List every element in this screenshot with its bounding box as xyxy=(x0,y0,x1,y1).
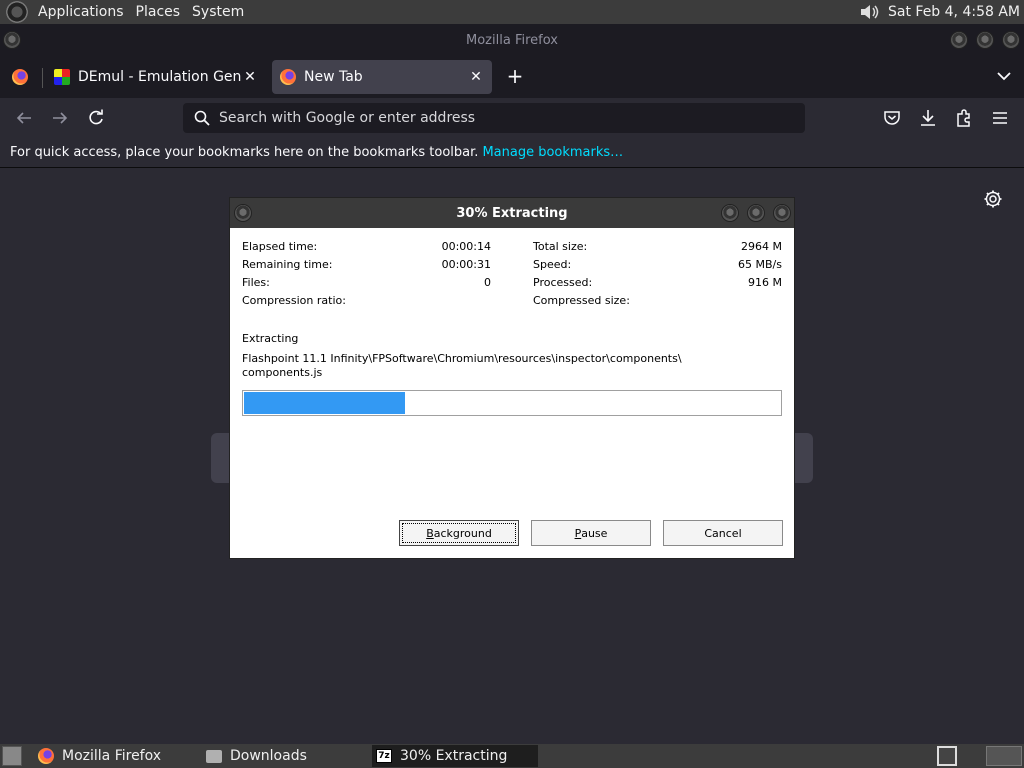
close-tab-icon[interactable]: ✕ xyxy=(242,69,258,85)
stat-total-size: Total size: 2964 M xyxy=(533,240,782,256)
pause-button[interactable]: Pause xyxy=(531,520,651,546)
stat-label: Elapsed time: xyxy=(242,240,318,253)
stat-value: 916 M xyxy=(748,276,782,289)
menu-applications[interactable]: Applications xyxy=(32,4,130,20)
dialog-titlebar[interactable]: 30% Extracting xyxy=(230,198,794,228)
volume-icon[interactable] xyxy=(858,1,880,23)
taskbar-item-firefox[interactable]: Mozilla Firefox xyxy=(38,745,198,767)
tab-demul[interactable]: DEmul - Emulation General ✕ xyxy=(46,60,266,94)
stat-label: Total size: xyxy=(533,240,588,253)
taskbar-label: Downloads xyxy=(230,748,307,764)
stat-processed: Processed: 916 M xyxy=(533,276,782,292)
search-box-edge xyxy=(793,433,813,483)
taskbar-item-extracting[interactable]: 7z 30% Extracting xyxy=(372,745,538,767)
7zip-icon: 7z xyxy=(376,749,392,763)
notification-icon[interactable] xyxy=(937,746,957,766)
close-tab-icon[interactable]: ✕ xyxy=(468,69,484,85)
extract-progress-dialog: 30% Extracting Elapsed time: 00:00:14 Re… xyxy=(229,197,795,559)
stat-value: 2964 M xyxy=(741,240,782,253)
current-file-path: Flashpoint 11.1 Infinity\FPSoftware\Chro… xyxy=(242,352,682,379)
search-icon xyxy=(194,110,210,126)
tab-label: DEmul - Emulation General xyxy=(78,69,242,85)
stat-label: Processed: xyxy=(533,276,593,289)
stat-label: Compressed size: xyxy=(533,294,630,307)
downloads-icon[interactable] xyxy=(918,108,938,128)
bottom-panel: Mozilla Firefox Downloads 7z 30% Extract… xyxy=(0,744,1024,768)
manage-bookmarks-link[interactable]: Manage bookmarks… xyxy=(482,145,623,160)
show-desktop-icon[interactable] xyxy=(2,746,22,766)
workspace-switcher[interactable] xyxy=(986,746,1022,766)
background-button[interactable]: Background xyxy=(399,520,519,546)
stat-value: 00:00:31 xyxy=(441,258,491,271)
tab-new-tab[interactable]: New Tab ✕ xyxy=(272,60,492,94)
hamburger-menu-icon[interactable] xyxy=(990,108,1010,128)
window-menu-icon[interactable] xyxy=(3,31,21,49)
accel-key: B xyxy=(426,526,434,540)
progress-bar xyxy=(242,390,782,416)
demul-icon xyxy=(54,69,70,85)
chevron-down-icon[interactable] xyxy=(994,66,1014,86)
firefox-window-title: Mozilla Firefox xyxy=(466,32,558,48)
tab-label: New Tab xyxy=(304,69,363,85)
address-bar[interactable] xyxy=(183,103,805,133)
folder-icon xyxy=(206,749,222,763)
dialog-body: Elapsed time: 00:00:14 Remaining time: 0… xyxy=(230,228,794,558)
button-label: ause xyxy=(581,526,608,540)
stat-label: Speed: xyxy=(533,258,572,271)
stat-remaining-time: Remaining time: 00:00:31 xyxy=(242,258,491,274)
close-window-icon[interactable] xyxy=(1002,31,1020,49)
stat-value: 00:00:14 xyxy=(441,240,491,253)
progress-bar-fill xyxy=(244,392,405,414)
firefox-view-button[interactable] xyxy=(4,60,36,94)
close-window-icon[interactable] xyxy=(773,204,791,222)
operation-status: Extracting xyxy=(242,332,299,345)
stat-label: Compression ratio: xyxy=(242,294,346,307)
tab-separator xyxy=(42,68,43,88)
forward-arrow-icon[interactable] xyxy=(50,108,70,128)
search-box-edge xyxy=(211,433,231,483)
pocket-icon[interactable] xyxy=(882,108,902,128)
stat-elapsed-time: Elapsed time: 00:00:14 xyxy=(242,240,491,256)
stat-label: Remaining time: xyxy=(242,258,333,271)
search-input[interactable] xyxy=(219,110,779,126)
firefox-icon xyxy=(280,69,296,85)
maximize-icon[interactable] xyxy=(976,31,994,49)
menu-system[interactable]: System xyxy=(186,4,250,20)
extensions-icon[interactable] xyxy=(954,108,974,128)
firefox-titlebar: Mozilla Firefox xyxy=(0,24,1024,56)
dialog-title: 30% Extracting xyxy=(456,205,568,221)
accel-key: P xyxy=(574,526,582,540)
back-arrow-icon[interactable] xyxy=(14,108,34,128)
firefox-icon xyxy=(12,69,28,85)
taskbar-item-downloads[interactable]: Downloads xyxy=(206,745,366,767)
button-label: ackground xyxy=(433,526,492,540)
stat-label: Files: xyxy=(242,276,270,289)
maximize-icon[interactable] xyxy=(747,204,765,222)
minimize-icon[interactable] xyxy=(721,204,739,222)
gnome-foot-icon[interactable] xyxy=(6,1,28,23)
stat-compressed-size: Compressed size: xyxy=(533,294,782,310)
cancel-button[interactable]: Cancel xyxy=(663,520,783,546)
stat-compression-ratio: Compression ratio: xyxy=(242,294,491,310)
window-menu-icon[interactable] xyxy=(234,204,252,222)
panel-clock[interactable]: Sat Feb 4, 4:58 AM xyxy=(888,4,1024,20)
stat-speed: Speed: 65 MB/s xyxy=(533,258,782,274)
menu-places[interactable]: Places xyxy=(130,4,187,20)
taskbar-label: 30% Extracting xyxy=(400,748,508,764)
top-panel: Applications Places System Sat Feb 4, 4:… xyxy=(0,0,1024,24)
gear-icon[interactable] xyxy=(983,189,1003,209)
firefox-icon xyxy=(38,748,54,764)
stat-value: 0 xyxy=(484,276,491,289)
stat-value: 65 MB/s xyxy=(738,258,782,271)
taskbar-label: Mozilla Firefox xyxy=(62,748,162,764)
bookmarks-toolbar: For quick access, place your bookmarks h… xyxy=(0,138,1024,168)
bookmarks-hint: For quick access, place your bookmarks h… xyxy=(10,145,479,160)
new-tab-button[interactable]: + xyxy=(504,66,526,88)
stat-files: Files: 0 xyxy=(242,276,491,292)
reload-icon[interactable] xyxy=(86,108,106,128)
minimize-icon[interactable] xyxy=(950,31,968,49)
